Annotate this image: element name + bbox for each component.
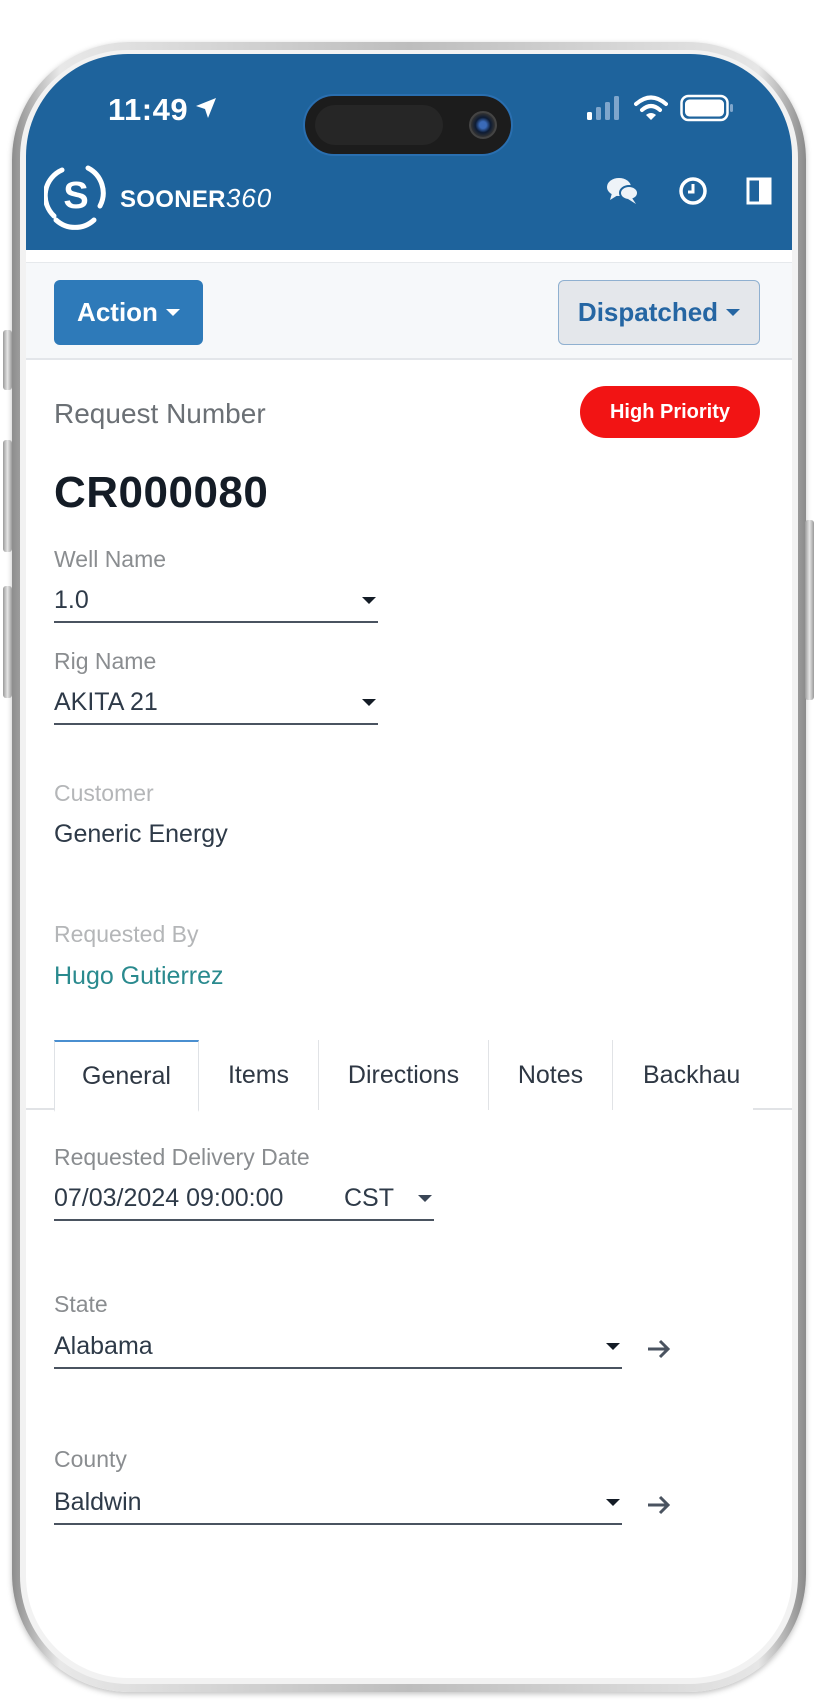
county-select[interactable]: Baldwin [54,1488,622,1525]
rig-name-select[interactable]: AKITA 21 [54,688,378,725]
app-header: 11:49 S SOONER360 [26,54,792,250]
county-arrow-right-icon[interactable] [646,1494,672,1516]
caret-down-icon [362,597,376,604]
caret-down-icon [362,699,376,706]
priority-badge: High Priority [580,386,760,438]
tab-directions[interactable]: Directions [319,1040,489,1110]
request-number-label: Request Number [54,398,266,429]
sooner-logo-icon: S [42,162,108,235]
state-select[interactable]: Alabama [54,1332,622,1369]
clock-icon[interactable] [678,176,708,206]
volume-up-button [3,440,12,552]
svg-text:S: S [63,175,88,217]
caret-down-icon [418,1195,432,1202]
delivery-date-field[interactable]: 07/03/2024 09:00:00 CST [54,1184,434,1221]
detail-tabs: General Items Directions Notes Backhau [26,1040,792,1112]
battery-icon [680,94,734,127]
header-actions [606,176,772,206]
status-dropdown-button[interactable]: Dispatched [558,280,760,345]
camera-lens-icon [469,111,497,139]
status-button-label: Dispatched [577,297,719,327]
tab-label: Directions [347,1060,460,1089]
timezone-value: CST [344,1184,394,1212]
well-name-label: Well Name [54,546,167,572]
brand-name: SOONER360 [120,183,272,214]
requested-by-link[interactable]: Hugo Gutierrez [54,962,224,991]
volume-down-button [3,586,12,698]
state-value: Alabama [54,1332,153,1360]
tab-general[interactable]: General [54,1040,199,1112]
rig-name-label: Rig Name [54,648,157,674]
county-value: Baldwin [54,1488,142,1516]
state-arrow-right-icon[interactable] [646,1338,672,1360]
status-time: 11:49 [108,92,218,128]
brand-number-text: 360 [225,183,273,213]
tab-notes[interactable]: Notes [489,1040,613,1110]
brand-logo[interactable]: S SOONER360 [42,162,272,235]
action-side-button [3,330,12,390]
chat-icon[interactable] [606,176,640,206]
phone-screen: 11:49 S SOONER360 Action Dispatched Requ… [26,54,792,1678]
state-label: State [54,1291,108,1317]
caret-down-icon [165,309,180,316]
request-number: CR000080 [54,468,269,517]
status-icons [586,94,734,127]
tab-backhaul[interactable]: Backhau [613,1040,753,1110]
dynamic-island [303,94,513,156]
action-button-label: Action [77,297,158,327]
tab-label: General [82,1061,171,1090]
well-name-value: 1.0 [54,586,89,614]
caret-down-icon [606,1343,620,1350]
tab-label: Items [227,1060,290,1089]
location-arrow-icon [194,92,218,128]
county-label: County [54,1446,127,1472]
action-dropdown-button[interactable]: Action [54,280,203,345]
status-time-text: 11:49 [108,92,189,127]
caret-down-icon [606,1499,620,1506]
tab-label: Notes [517,1060,584,1089]
brand-name-text: SOONER [120,186,226,213]
well-name-select[interactable]: 1.0 [54,586,378,623]
island-sensor [315,105,443,145]
cellular-signal-icon [586,95,622,126]
delivery-date-label: Requested Delivery Date [54,1144,310,1170]
action-toolbar: Action Dispatched [26,262,792,360]
rig-name-value: AKITA 21 [54,688,158,716]
caret-down-icon [726,309,741,316]
customer-label: Customer [54,780,154,806]
wifi-icon [634,95,668,126]
delivery-date-value: 07/03/2024 09:00:00 [54,1184,284,1212]
tab-label: Backhau [643,1060,741,1089]
sidebar-panel-icon[interactable] [746,177,772,205]
customer-value: Generic Energy [54,820,228,848]
tab-items[interactable]: Items [199,1040,319,1110]
requested-by-label: Requested By [54,921,199,947]
power-side-button [805,520,814,700]
